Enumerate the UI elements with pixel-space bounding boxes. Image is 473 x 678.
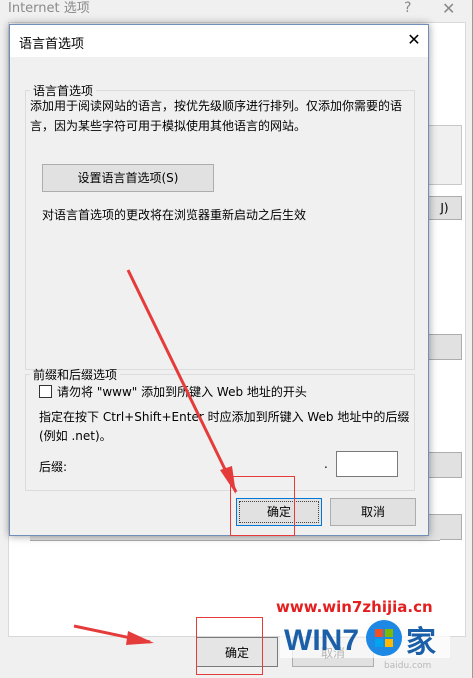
arrow-to-dialog-ok: [126, 269, 238, 494]
watermark-subtext: baidu.com: [384, 661, 432, 671]
watermark-win7: WIN7: [284, 624, 359, 657]
watermark-logo: WIN7 家: [280, 618, 450, 660]
arrow-to-window-ok: [73, 624, 154, 645]
watermark-home: 家: [406, 625, 436, 660]
annotation-arrows: [73, 269, 238, 645]
watermark-url: www.win7zhijia.cn: [276, 598, 433, 616]
